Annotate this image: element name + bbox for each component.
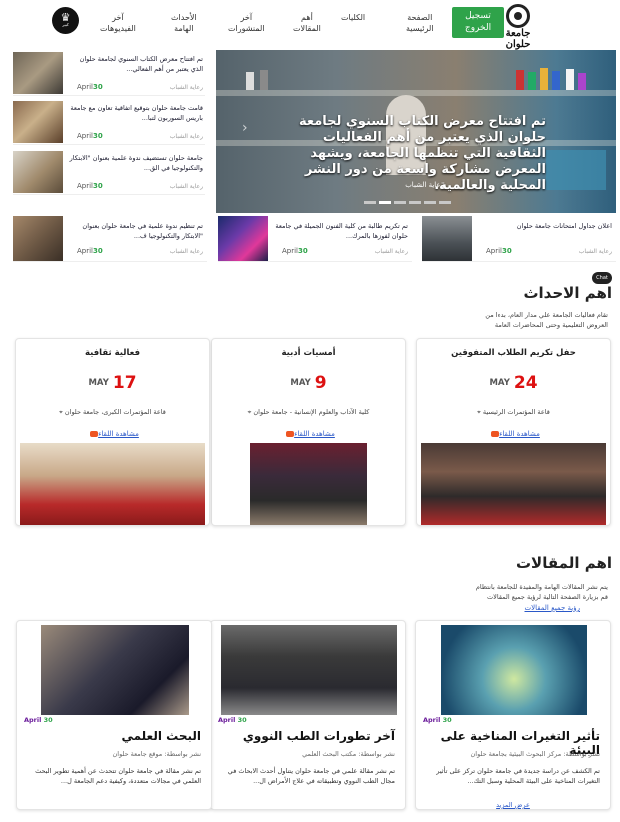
news-date: April30 — [77, 132, 103, 140]
event-card[interactable]: حفل تكريم الطلاب المتفوقين MAY 24 قاعة ال… — [416, 338, 611, 526]
news-title: تم تكريم طالبة من كلية الفنون الجميلة في… — [275, 222, 408, 240]
article-date: April 30 — [423, 716, 452, 724]
news-thumbnail — [218, 216, 268, 261]
logo-emblem-icon — [506, 4, 530, 28]
article-author: نشر بواسطة: مكتب البحث العلمي — [302, 750, 395, 758]
nav-faculties[interactable]: الكليات — [341, 12, 365, 23]
events-section-desc: تقام فعاليات الجامعة علي مدار العام، بدء… — [485, 311, 608, 329]
nav-latest-posts[interactable]: آخر المنشورات — [228, 12, 265, 34]
watch-meeting-link[interactable]: مشاهدة اللقاء — [417, 430, 610, 438]
nav-important-events[interactable]: الأحداث الهامة — [171, 12, 197, 34]
news-thumbnail — [13, 101, 63, 143]
event-date: MAY 17 — [88, 373, 137, 393]
bottom-news-item[interactable]: تم تكريم طالبة من كلية الفنون الجميلة في… — [218, 216, 412, 262]
accessibility-button[interactable]: ♛ كبير — [52, 7, 79, 34]
news-thumbnail — [13, 151, 63, 193]
event-date: MAY 9 — [290, 373, 327, 393]
news-thumbnail — [422, 216, 472, 261]
youtube-icon — [286, 431, 295, 437]
news-title: قامت جامعة حلوان بتوقيع اتفاقية تعاون مع… — [70, 104, 203, 122]
nav-home[interactable]: الصفحة الرئيسية — [406, 12, 434, 34]
article-card[interactable]: April 30 تأثير التغيرات المناخية على الب… — [415, 620, 611, 810]
side-news-item[interactable]: جامعة حلوان تستضيف ندوة علمية بعنوان "ال… — [13, 149, 205, 195]
news-title: جامعة حلوان تستضيف ندوة علمية بعنوان "ال… — [69, 154, 203, 172]
article-author: نشر بواسطة: مركز البحوث البيئية بجامعة ح… — [470, 750, 601, 758]
nav-top-articles[interactable]: أهم المقالات — [293, 12, 321, 34]
article-title: آخر تطورات الطب النووي — [242, 729, 395, 743]
news-date: April30 — [282, 247, 308, 255]
news-source: رعاية الشباب — [169, 133, 203, 140]
crown-label: كبير — [62, 22, 69, 27]
side-news-item[interactable]: قامت جامعة حلوان بتوقيع اتفاقية تعاون مع… — [13, 99, 205, 145]
article-image — [221, 625, 397, 715]
location-pin-icon: ⌖ — [477, 408, 481, 416]
nav-latest-videos[interactable]: آخر الفيديوهات — [100, 12, 136, 34]
hero-source: رعاية الشباب — [405, 181, 444, 189]
event-image — [250, 443, 367, 525]
news-source: رعاية الشباب — [374, 248, 408, 255]
events-section-title: اهم الاحداث — [523, 284, 612, 302]
event-card[interactable]: فعالية ثقافية MAY 17 قاعة المؤتمرات الكبر… — [15, 338, 210, 526]
watch-meeting-link[interactable]: مشاهدة اللقاء — [16, 430, 209, 438]
youtube-icon — [491, 431, 500, 437]
news-date: April30 — [77, 182, 103, 190]
logout-button[interactable]: تسجيل الخروج — [452, 7, 504, 38]
location-pin-icon: ⌖ — [247, 408, 252, 416]
show-more-link[interactable]: عرض المزيد — [416, 801, 610, 809]
news-title: اعلان جداول امتحانات جامعة حلوان — [516, 222, 612, 230]
slider-dots[interactable] — [364, 197, 454, 206]
news-source: رعاية الشباب — [169, 248, 203, 255]
location-pin-icon: ⌖ — [59, 408, 63, 416]
news-thumbnail — [13, 216, 63, 261]
bottom-news-item[interactable]: اعلان جداول امتحانات جامعة حلوان April30… — [422, 216, 616, 262]
news-source: رعاية الشباب — [169, 183, 203, 190]
hero-prev-icon[interactable]: ‹ — [242, 120, 248, 136]
news-source: رعاية الشباب — [169, 84, 203, 91]
news-title: تم افتتاح معرض الكتاب السنوي لجامعة حلوا… — [79, 55, 203, 73]
news-source: رعاية الشباب — [578, 248, 612, 255]
side-news-item[interactable]: تم افتتاح معرض الكتاب السنوي لجامعة حلوا… — [13, 50, 205, 96]
article-card[interactable]: April 30 البحث العلمي نشر بواسطة: موقع ج… — [16, 620, 212, 810]
event-location: قاعة المؤتمرات الرئيسية ⌖ — [477, 408, 550, 416]
article-image — [441, 625, 587, 715]
site-header: جامعة حلوان تسجيل الخروج الصفحة الرئيسية… — [0, 0, 620, 50]
article-excerpt: تم الكشف عن دراسة جديدة في جامعة حلوان ت… — [436, 767, 600, 785]
article-excerpt: تم نشر مقالة علمي في جامعة حلوان يتناول … — [227, 767, 395, 785]
articles-section-desc: يتم نشر المقالات الهامة والمفيدة للجامعة… — [475, 583, 608, 601]
news-date: April30 — [77, 83, 103, 91]
view-all-articles-link[interactable]: رؤية جميع المقالات — [524, 604, 580, 612]
news-date: April30 — [486, 247, 512, 255]
article-date: April 30 — [24, 716, 53, 724]
article-author: نشر بواسطة: موقع جامعة حلوان — [112, 750, 202, 758]
hero-slider[interactable]: ‹ تم افتتاح معرض الكتاب السنوي لجامعة حل… — [216, 50, 616, 213]
news-date: April30 — [77, 247, 103, 255]
article-image — [41, 625, 189, 715]
news-thumbnail — [13, 52, 63, 94]
chat-bubble-icon[interactable]: Chat — [592, 272, 612, 284]
article-card[interactable]: April 30 آخر تطورات الطب النووي نشر بواس… — [210, 620, 406, 810]
event-location: قاعة المؤتمرات الكبرى، جامعة حلوان ⌖ — [59, 408, 166, 416]
logo-text: جامعة حلوان — [505, 28, 531, 50]
bottom-news-item[interactable]: تم تنظيم ندوة علمية في جامعة حلوان بعنوا… — [13, 216, 207, 262]
event-image — [20, 443, 205, 525]
articles-section-title: اهم المقالات — [515, 554, 612, 572]
watch-meeting-link[interactable]: مشاهدة اللقاء — [212, 430, 405, 438]
event-card[interactable]: أمسيات أدبية MAY 9 كلية الآداب والعلوم ال… — [211, 338, 406, 526]
article-excerpt: تم نشر مقالة في جامعة حلوان تتحدث عن أهم… — [35, 767, 201, 785]
event-location: كلية الآداب والعلوم الإنسانية - جامعة حل… — [247, 408, 370, 416]
article-title: البحث العلمي — [121, 729, 201, 743]
event-title: فعالية ثقافية — [84, 348, 141, 358]
event-image — [421, 443, 606, 525]
event-date: MAY 24 — [489, 373, 538, 393]
university-logo[interactable]: جامعة حلوان — [498, 4, 538, 50]
event-title: أمسيات أدبية — [281, 348, 336, 358]
event-title: حفل تكريم الطلاب المتفوقين — [451, 348, 576, 358]
youtube-icon — [90, 431, 99, 437]
article-date: April 30 — [218, 716, 247, 724]
news-title: تم تنظيم ندوة علمية في جامعة حلوان بعنوا… — [82, 222, 203, 240]
